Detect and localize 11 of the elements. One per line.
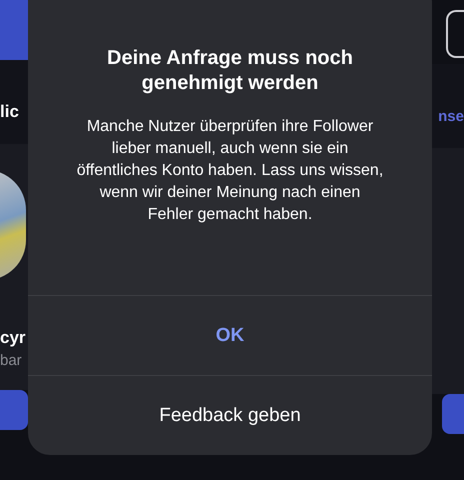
profile-text: bar [0, 352, 23, 369]
dialog-button[interactable]: Feedback geben [28, 375, 432, 455]
dialog-message: Manche Nutzer überprüfen ihre Follower lieber manuell, auch wenn sie ein öffentliches Konto haben. Lass uns wissen, wenn wir deiner Meinung nach einen Fehler gemacht haben. [76, 117, 384, 225]
action-button[interactable] [0, 390, 28, 430]
profile-text: cyr [0, 328, 27, 348]
outline-button[interactable] [446, 10, 464, 58]
action-button[interactable] [442, 394, 464, 434]
heading-text: lic [0, 102, 19, 122]
dialog-title: Deine Anfrage muss noch genehmigt werden [106, 46, 354, 96]
dialog-button[interactable]: OK [28, 295, 432, 375]
link-text[interactable]: nse [438, 108, 464, 124]
